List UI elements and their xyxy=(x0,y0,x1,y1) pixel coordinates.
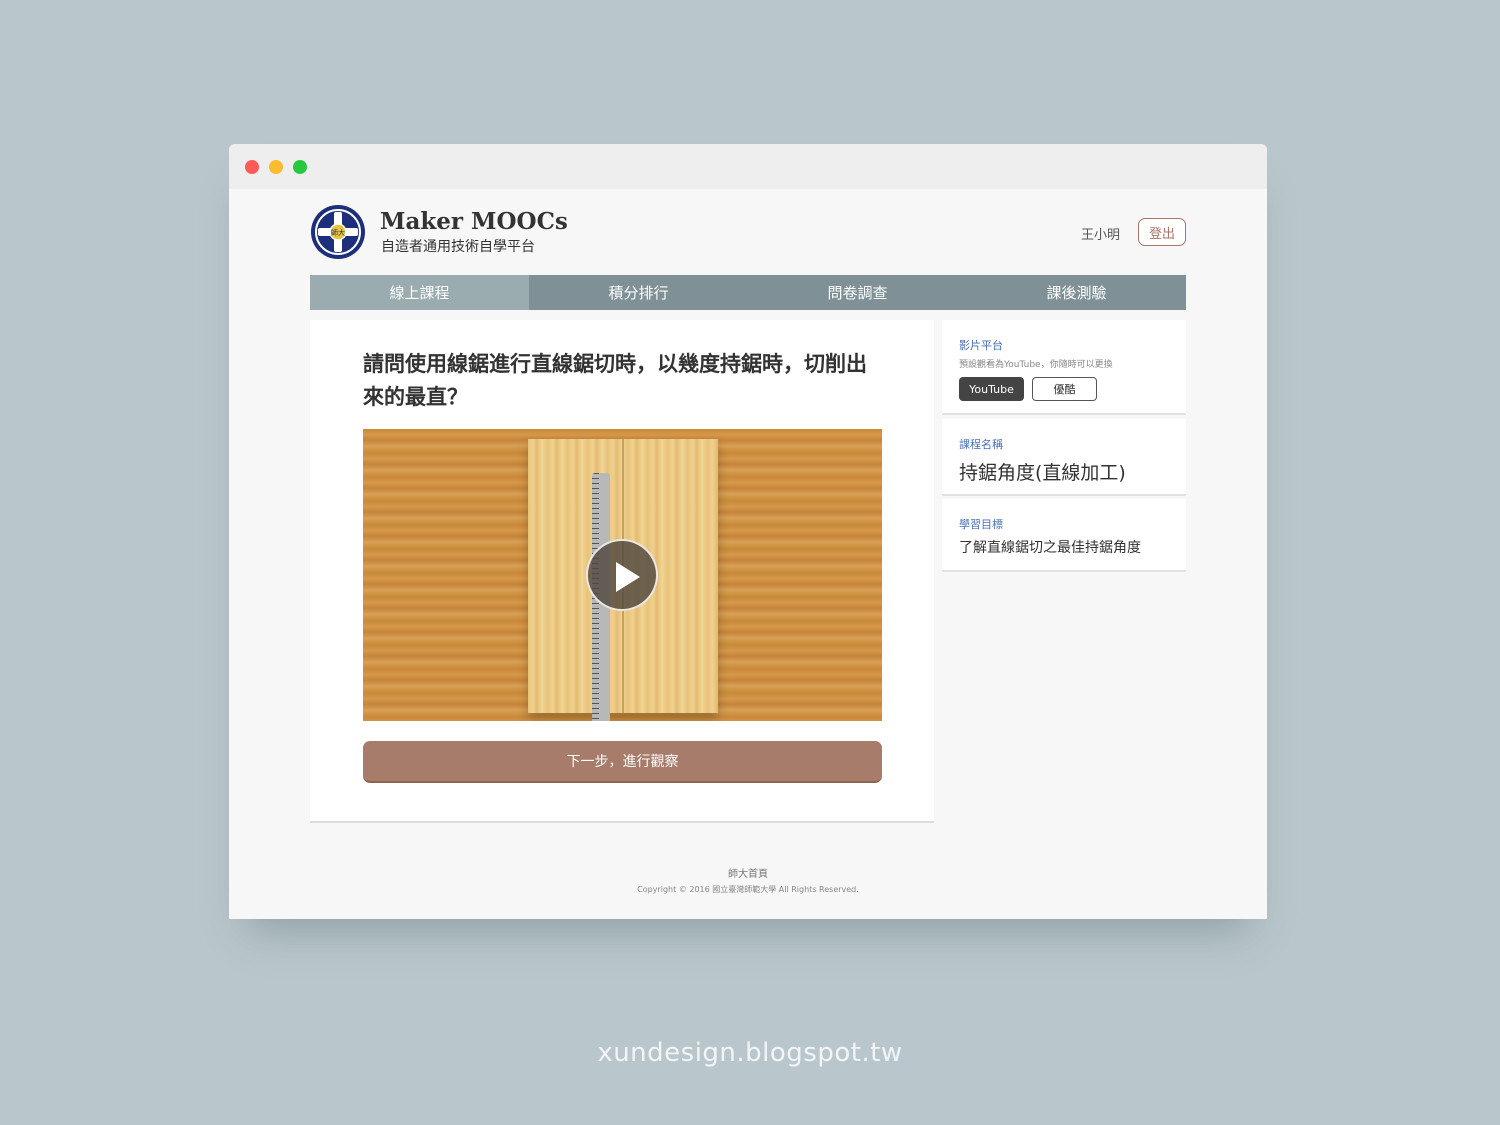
watermark-text: xundesign.blogspot.tw xyxy=(597,1038,903,1068)
user-name[interactable]: 王小明 xyxy=(1081,224,1120,243)
maximize-window-button[interactable] xyxy=(293,160,307,174)
close-window-button[interactable] xyxy=(245,160,259,174)
footer-copyright: Copyright © 2016 國立臺灣師範大學 All Rights Res… xyxy=(637,885,859,894)
nav-item-online-course[interactable]: 線上課程 xyxy=(310,275,529,310)
youku-option-button[interactable]: 優酷 xyxy=(1032,377,1097,401)
site-title: Maker MOOCs xyxy=(380,208,568,235)
course-name: 持鋸角度(直線加工) xyxy=(959,462,1126,484)
course-name-card: 課程名稱 持鋸角度(直線加工) xyxy=(942,419,1186,496)
objective-text: 了解直線鋸切之最佳持鋸角度 xyxy=(959,540,1141,556)
minimize-window-button[interactable] xyxy=(269,160,283,174)
next-step-button[interactable]: 下一步，進行觀察 xyxy=(363,741,882,783)
window-titlebar xyxy=(229,144,1267,189)
platform-note: 預設觀看為YouTube，你隨時可以更換 xyxy=(959,360,1113,370)
platform-label: 影片平台 xyxy=(959,339,1003,352)
objective-label: 學習目標 xyxy=(959,518,1003,531)
university-logo[interactable]: 師大 xyxy=(310,204,366,260)
nav-item-quiz[interactable]: 課後測驗 xyxy=(967,275,1186,310)
logout-button[interactable]: 登出 xyxy=(1138,218,1186,246)
youtube-option-button[interactable]: YouTube xyxy=(959,377,1024,401)
play-icon xyxy=(616,562,640,592)
footer-home-link[interactable]: 師大首頁 xyxy=(229,865,1267,880)
browser-window: 師大 Maker MOOCs 自造者通用技術自學平台 王小明 登出 線上課程 積… xyxy=(229,144,1267,919)
main-nav: 線上課程 積分排行 問卷調查 課後測驗 xyxy=(310,275,1186,310)
site-subtitle: 自造者通用技術自學平台 xyxy=(381,239,535,255)
question-text: 請問使用線鋸進行直線鋸切時，以幾度持鋸時，切削出來的最直？ xyxy=(363,352,867,409)
logo-text: 師大 xyxy=(331,228,345,237)
site-header: 師大 Maker MOOCs 自造者通用技術自學平台 王小明 登出 xyxy=(310,204,1186,264)
platform-options: YouTube 優酷 xyxy=(959,377,1169,401)
lesson-panel: 請問使用線鋸進行直線鋸切時，以幾度持鋸時，切削出來的最直？ 下一步，進行觀察 xyxy=(310,320,934,823)
video-player[interactable] xyxy=(363,429,882,721)
learning-objective-card: 學習目標 了解直線鋸切之最佳持鋸角度 xyxy=(942,499,1186,572)
video-platform-card: 影片平台 預設觀看為YouTube，你隨時可以更換 YouTube 優酷 xyxy=(942,320,1186,415)
nav-item-ranking[interactable]: 積分排行 xyxy=(529,275,748,310)
nav-item-survey[interactable]: 問卷調查 xyxy=(748,275,967,310)
play-button[interactable] xyxy=(586,539,658,611)
course-name-label: 課程名稱 xyxy=(959,438,1003,451)
